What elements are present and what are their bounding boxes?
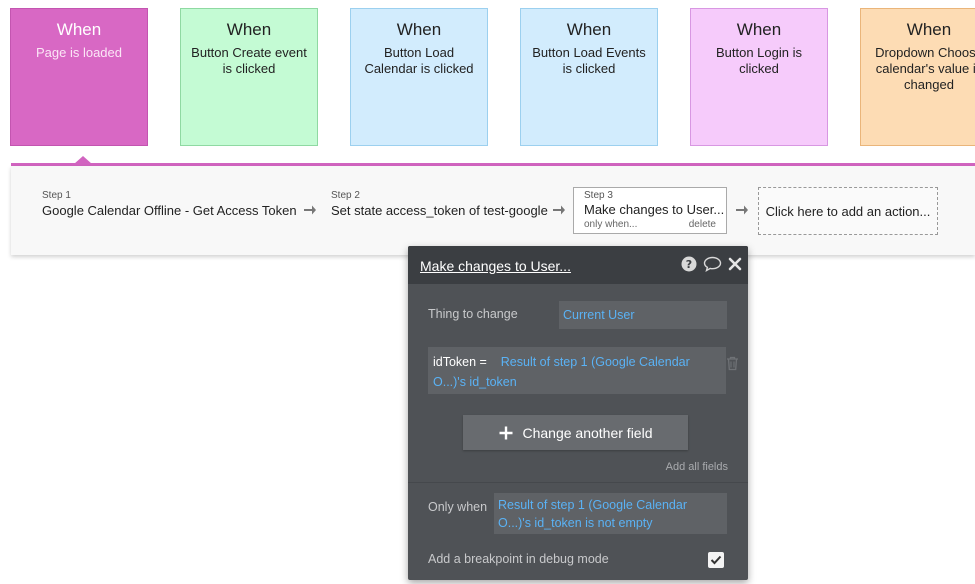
panel-divider xyxy=(408,482,748,483)
change-another-field-label: Change another field xyxy=(522,424,653,441)
event-when-label: When xyxy=(226,20,272,39)
thing-to-change-field[interactable]: Current User xyxy=(559,301,727,329)
check-icon xyxy=(710,555,722,565)
add-all-fields-link[interactable]: Add all fields xyxy=(666,461,728,473)
trash-icon[interactable] xyxy=(726,356,739,376)
panel-header: Make changes to User... ? xyxy=(408,246,748,284)
event-when-label: When xyxy=(396,20,442,39)
breakpoint-checkbox[interactable] xyxy=(708,552,724,568)
event-description: Button Load Events is clicked xyxy=(532,45,646,76)
thing-to-change-label: Thing to change xyxy=(428,307,518,321)
event-description: Dropdown Choose calendar's value is chan… xyxy=(875,45,975,92)
step-number: Step 2 xyxy=(331,190,360,201)
event-card-login[interactable]: When Button Login is clicked xyxy=(690,8,828,146)
step-only-when-link[interactable]: only when... xyxy=(584,219,637,230)
event-card-load-events[interactable]: When Button Load Events is clicked xyxy=(520,8,658,146)
step-3[interactable]: Step 3 Make changes to User... only when… xyxy=(573,187,727,234)
arrow-right-icon xyxy=(304,205,316,215)
change-another-field-button[interactable]: Change another field xyxy=(463,415,688,450)
field-assignment-idtoken[interactable]: idToken = Result of step 1 (Google Calen… xyxy=(428,347,726,394)
only-when-label: Only when xyxy=(428,500,488,514)
step-number: Step 3 xyxy=(584,190,613,201)
workflow-steps-strip: Step 1 Google Calendar Offline - Get Acc… xyxy=(11,166,975,255)
step-title: Make changes to User... xyxy=(584,202,725,217)
field-key: idToken = xyxy=(433,355,487,369)
step-2[interactable]: Step 2 Set state access_token of test-go… xyxy=(331,190,548,218)
event-when-label: When xyxy=(906,20,952,39)
arrow-right-icon xyxy=(736,205,748,215)
event-when-label: When xyxy=(736,20,782,39)
only-when-condition-field[interactable]: Result of step 1 (Google Calendar O...)'… xyxy=(494,493,727,534)
step-delete-link[interactable]: delete xyxy=(689,219,716,230)
event-card-page-loaded[interactable]: When Page is loaded xyxy=(10,8,148,146)
step-title: Google Calendar Offline - Get Access Tok… xyxy=(42,203,297,218)
plus-icon xyxy=(499,426,512,439)
step-number: Step 1 xyxy=(42,190,71,201)
event-card-dropdown-changed[interactable]: When Dropdown Choose calendar's value is… xyxy=(860,8,975,146)
event-description: Button Login is clicked xyxy=(715,45,802,76)
event-when-label: When xyxy=(566,20,612,39)
action-property-panel: Make changes to User... ? Thing to chang… xyxy=(408,246,748,580)
event-description: Page is loaded xyxy=(35,45,122,60)
svg-text:?: ? xyxy=(686,258,692,271)
event-card-load-calendar[interactable]: When Button Load Calendar is clicked xyxy=(350,8,488,146)
help-icon[interactable]: ? xyxy=(681,256,697,277)
arrow-right-icon xyxy=(553,205,565,215)
step-1[interactable]: Step 1 Google Calendar Offline - Get Acc… xyxy=(42,190,297,218)
comment-icon[interactable] xyxy=(703,256,722,277)
add-action-button[interactable]: Click here to add an action... xyxy=(758,187,938,235)
panel-title[interactable]: Make changes to User... xyxy=(420,258,571,274)
close-icon[interactable] xyxy=(728,257,742,276)
step-title: Set state access_token of test-google xyxy=(331,203,548,218)
breakpoint-label: Add a breakpoint in debug mode xyxy=(428,552,609,566)
event-description: Button Create event is clicked xyxy=(191,45,307,76)
event-description: Button Load Calendar is clicked xyxy=(364,45,474,76)
event-card-create-event[interactable]: When Button Create event is clicked xyxy=(180,8,318,146)
event-when-label: When xyxy=(56,20,102,39)
